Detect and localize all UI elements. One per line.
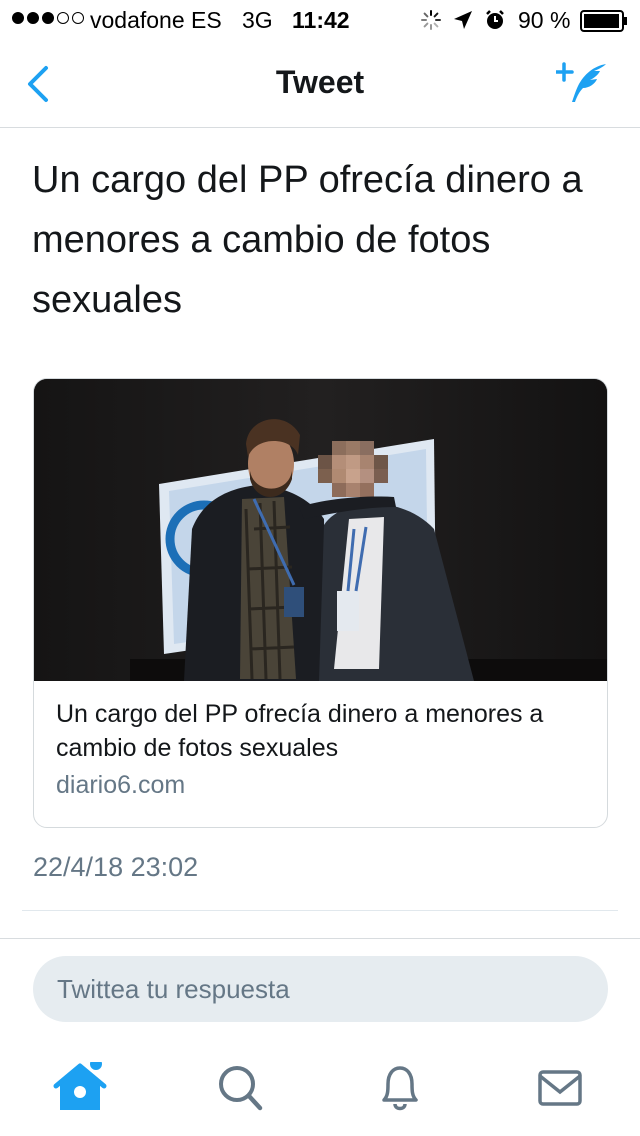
link-preview-card[interactable]: Un cargo del PP ofrecía dinero a menores… — [33, 378, 608, 828]
home-icon — [53, 1062, 107, 1110]
search-icon — [219, 1066, 263, 1111]
navigation-bar: Tweet — [0, 40, 640, 128]
alarm-clock-icon — [486, 10, 504, 29]
location-arrow-icon — [454, 11, 472, 29]
card-title: Un cargo del PP ofrecía dinero a menores… — [56, 700, 544, 762]
notifications-bell-icon — [382, 1066, 418, 1111]
divider — [0, 938, 640, 939]
signal-strength-icon — [12, 12, 84, 24]
battery-percentage: 90 % — [518, 7, 571, 33]
divider — [22, 910, 618, 911]
photo-two-men-image — [34, 379, 607, 681]
tab-messages[interactable] — [532, 1062, 588, 1114]
tweet-timestamp: 22/4/18 23:02 — [33, 852, 199, 882]
nav-title: Tweet — [275, 64, 365, 100]
network-type: 3G — [242, 7, 273, 33]
reply-placeholder: Twittea tu respuesta — [57, 974, 290, 1004]
tab-bar — [0, 1040, 640, 1136]
tweet-detail-screen: vodafone ES 3G 11:42 90 % Tweet Un cargo… — [0, 0, 640, 1136]
card-photo — [34, 379, 607, 681]
messages-envelope-icon — [538, 1070, 582, 1106]
status-time: 11:42 — [292, 7, 350, 33]
reply-input[interactable]: Twittea tu respuesta — [33, 956, 608, 1022]
compose-feather-icon[interactable] — [556, 58, 612, 106]
tweet-text: Un cargo del PP ofrecía dinero a menores… — [32, 159, 583, 321]
carrier-name: vodafone ES — [90, 7, 222, 33]
card-domain: diario6.com — [56, 771, 186, 799]
tab-notifications[interactable] — [372, 1062, 428, 1114]
activity-spinner-icon — [421, 10, 441, 30]
battery-icon — [580, 10, 627, 32]
status-bar: vodafone ES 3G 11:42 90 % — [0, 0, 640, 40]
tab-home[interactable] — [52, 1062, 108, 1114]
tab-search[interactable] — [212, 1062, 268, 1114]
